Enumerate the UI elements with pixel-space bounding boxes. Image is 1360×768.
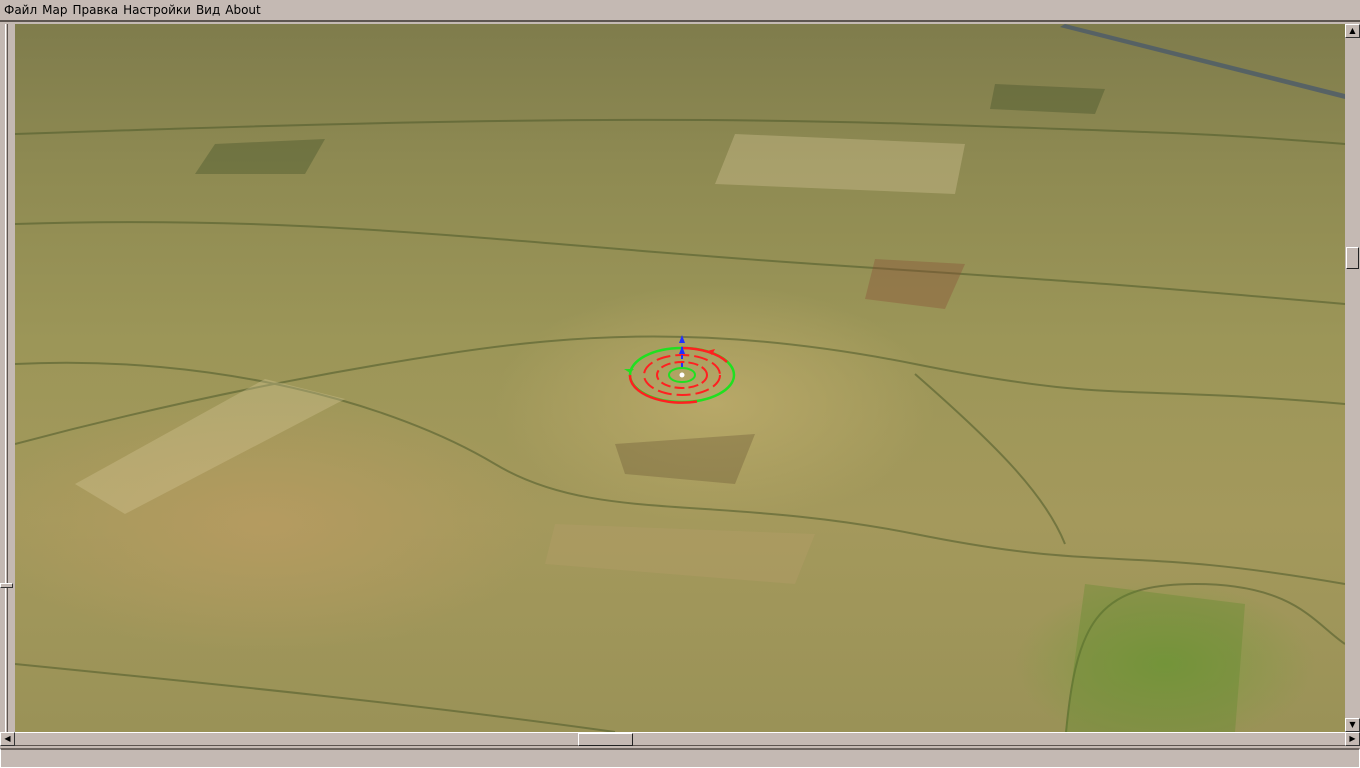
menu-settings[interactable]: Настройки (123, 3, 191, 17)
menu-bar: Файл Map Правка Настройки Вид About (0, 0, 1360, 22)
menu-file[interactable]: Файл (4, 3, 37, 17)
zoom-slider[interactable] (0, 24, 15, 732)
horizontal-scroll-thumb[interactable] (578, 733, 633, 746)
scroll-down-button[interactable]: ▼ (1345, 718, 1360, 732)
vertical-scroll-thumb[interactable] (1346, 247, 1359, 269)
fields (75, 84, 1245, 732)
vertical-scrollbar[interactable]: ▲ ▼ (1345, 24, 1360, 732)
status-bar (0, 748, 1360, 768)
terrain-3d-viewport[interactable] (15, 24, 1345, 732)
arrow-right-icon: ▶ (1349, 734, 1356, 743)
transform-gizmo[interactable] (624, 335, 736, 404)
menu-map[interactable]: Map (42, 3, 67, 17)
arrow-down-icon: ▼ (1349, 720, 1356, 729)
menu-edit[interactable]: Правка (72, 3, 118, 17)
slider-track (5, 24, 8, 732)
arrow-up-icon: ▲ (1349, 26, 1356, 35)
menu-view[interactable]: Вид (196, 3, 220, 17)
arrow-left-icon: ◀ (4, 734, 11, 743)
slider-handle[interactable] (0, 583, 13, 588)
menu-about[interactable]: About (225, 3, 260, 17)
river (1060, 24, 1345, 99)
scroll-left-button[interactable]: ◀ (0, 732, 15, 746)
terrain-render (15, 24, 1345, 732)
scroll-up-button[interactable]: ▲ (1345, 24, 1360, 38)
scroll-right-button[interactable]: ▶ (1345, 732, 1360, 746)
horizontal-scrollbar[interactable]: ◀ ▶ (0, 732, 1360, 746)
